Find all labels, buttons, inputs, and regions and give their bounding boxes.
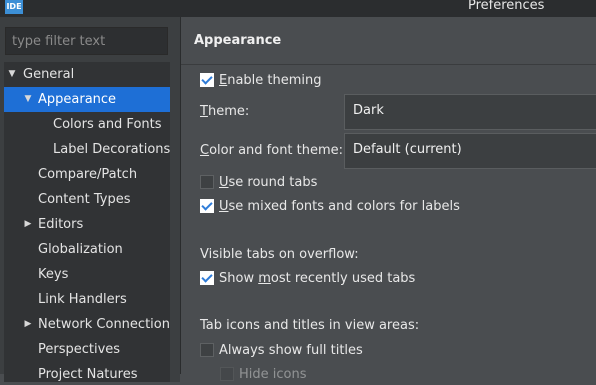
tree-item-label: General: [23, 67, 75, 82]
tree-item-project-natures[interactable]: Project Natures: [4, 362, 170, 382]
tree-item-label: Keys: [38, 267, 69, 282]
hide-icons-label: Hide icons: [239, 367, 307, 382]
appearance-page: Appearance Enable theming Theme: Dark Co…: [181, 17, 596, 382]
color-font-theme-select[interactable]: Default (current): [344, 133, 596, 169]
tree-item-network-connections[interactable]: ▶ Network Connections: [4, 312, 170, 337]
enable-theming-label: Enable theming: [219, 73, 322, 88]
mixed-fonts-label: Use mixed fonts and colors for labels: [219, 199, 460, 214]
collapsed-arrow-icon[interactable]: ▶: [23, 212, 33, 237]
tree-item-label: Network Connections: [38, 317, 170, 332]
checkbox-unchecked-icon[interactable]: [220, 367, 234, 381]
tree-item-label: Compare/Patch: [38, 167, 138, 182]
theme-label: Theme:: [200, 104, 250, 119]
mru-tabs-label: Show most recently used tabs: [219, 271, 416, 286]
filter-box[interactable]: [5, 27, 168, 55]
full-titles-label: Always show full titles: [219, 343, 363, 358]
theme-select[interactable]: Dark: [344, 94, 596, 130]
filter-input[interactable]: [6, 28, 167, 54]
window-title: Preferences: [468, 0, 545, 13]
tree-item-label: Perspectives: [38, 342, 121, 357]
title-bar: IDE Preferences: [0, 0, 596, 17]
collapsed-arrow-icon[interactable]: ▶: [23, 312, 33, 337]
expanded-arrow-icon[interactable]: ▼: [7, 62, 17, 87]
tree-item-colors-and-fonts[interactable]: Colors and Fonts: [4, 112, 170, 137]
tree-item-compare-patch[interactable]: Compare/Patch: [4, 162, 170, 187]
app-icon: IDE: [5, 0, 23, 14]
header-separator: [181, 64, 596, 65]
tree-item-label: Label Decorations: [53, 142, 170, 157]
tree-item-label: Content Types: [38, 192, 131, 207]
tree-item-label: Appearance: [38, 92, 117, 107]
tab-icons-label: Tab icons and titles in view areas:: [200, 318, 420, 333]
sidebar: ▼ General ▼ Appearance Colors and Fonts …: [0, 17, 180, 382]
checkbox-checked-icon[interactable]: [200, 73, 214, 87]
theme-select-value: Dark: [353, 103, 384, 118]
tree-item-label: Editors: [38, 217, 84, 232]
tree-item-globalization[interactable]: Globalization: [4, 237, 170, 262]
tree-item-link-handlers[interactable]: Link Handlers: [4, 287, 170, 312]
color-font-theme-label: Color and font theme:: [200, 143, 344, 158]
preference-tree: ▼ General ▼ Appearance Colors and Fonts …: [4, 62, 170, 382]
expanded-arrow-icon[interactable]: ▼: [23, 87, 33, 112]
tree-item-perspectives[interactable]: Perspectives: [4, 337, 170, 362]
tree-scrollbar[interactable]: [170, 62, 180, 382]
visible-tabs-label: Visible tabs on overflow:: [200, 247, 359, 262]
checkbox-unchecked-icon[interactable]: [200, 175, 214, 189]
tree-item-content-types[interactable]: Content Types: [4, 187, 170, 212]
color-font-theme-value: Default (current): [353, 142, 462, 157]
tree-item-label: Colors and Fonts: [53, 117, 162, 132]
checkbox-checked-icon[interactable]: [200, 199, 214, 213]
tree-item-label: Globalization: [38, 242, 123, 257]
tree-item-keys[interactable]: Keys: [4, 262, 170, 287]
page-title: Appearance: [194, 33, 282, 48]
tree-item-editors[interactable]: ▶ Editors: [4, 212, 170, 237]
tree-item-general[interactable]: ▼ General: [4, 62, 170, 87]
checkbox-checked-icon[interactable]: [200, 271, 214, 285]
checkbox-unchecked-icon[interactable]: [200, 343, 214, 357]
round-tabs-label: Use round tabs: [219, 175, 318, 190]
tree-item-label: Link Handlers: [38, 292, 127, 307]
tree-item-label-decorations[interactable]: Label Decorations: [4, 137, 170, 162]
tree-item-label: Project Natures: [38, 367, 138, 382]
tree-item-appearance[interactable]: ▼ Appearance: [4, 87, 170, 112]
